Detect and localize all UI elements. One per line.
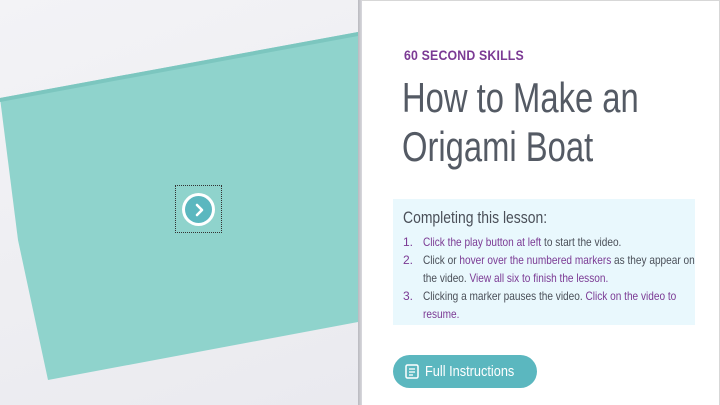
play-button[interactable] xyxy=(182,193,215,226)
step-text: Clicking a marker pauses the video. Clic… xyxy=(423,287,700,323)
title-line-2: Origami Boat xyxy=(402,123,594,170)
lesson-step-2: 2. Click or hover over the numbered marke… xyxy=(403,251,703,287)
step-plain-text: Clicking a marker pauses the video. xyxy=(423,289,586,303)
lesson-instructions-box: Completing this lesson: 1. Click the play… xyxy=(393,199,695,325)
lesson-step-3: 3. Clicking a marker pauses the video. Cl… xyxy=(403,287,703,323)
play-button-focus[interactable] xyxy=(175,185,222,233)
lesson-box-heading: Completing this lesson: xyxy=(403,208,548,227)
step-number: 2. xyxy=(403,253,414,267)
step-number: 1. xyxy=(403,235,414,249)
step-highlight-text: Click the play button at left xyxy=(423,235,542,249)
video-player[interactable] xyxy=(0,0,360,405)
step-highlight-text: View all six to finish the lesson. xyxy=(469,271,609,285)
play-chevron-icon xyxy=(185,196,212,223)
lesson-steps-list: 1. Click the play button at left to start… xyxy=(403,233,703,323)
document-icon xyxy=(405,364,419,379)
lesson-step-1: 1. Click the play button at left to start… xyxy=(403,233,703,251)
full-instructions-button[interactable]: Full Instructions xyxy=(393,355,537,388)
title-line-1: How to Make an xyxy=(402,74,639,121)
page-title: How to Make an Origami Boat xyxy=(402,73,652,171)
full-instructions-label: Full Instructions xyxy=(425,363,515,380)
step-highlight-text: hover over the numbered markers xyxy=(459,253,612,267)
step-text: Click the play button at left to start t… xyxy=(423,233,700,251)
series-label: 60 SECOND SKILLS xyxy=(404,47,524,63)
step-plain-text: to start the video. xyxy=(541,235,622,249)
step-number: 3. xyxy=(403,289,414,303)
step-plain-text: Click or xyxy=(423,253,460,267)
lesson-info-pane: 60 SECOND SKILLS How to Make an Origami … xyxy=(362,0,720,405)
step-text: Click or hover over the numbered markers… xyxy=(423,251,700,287)
